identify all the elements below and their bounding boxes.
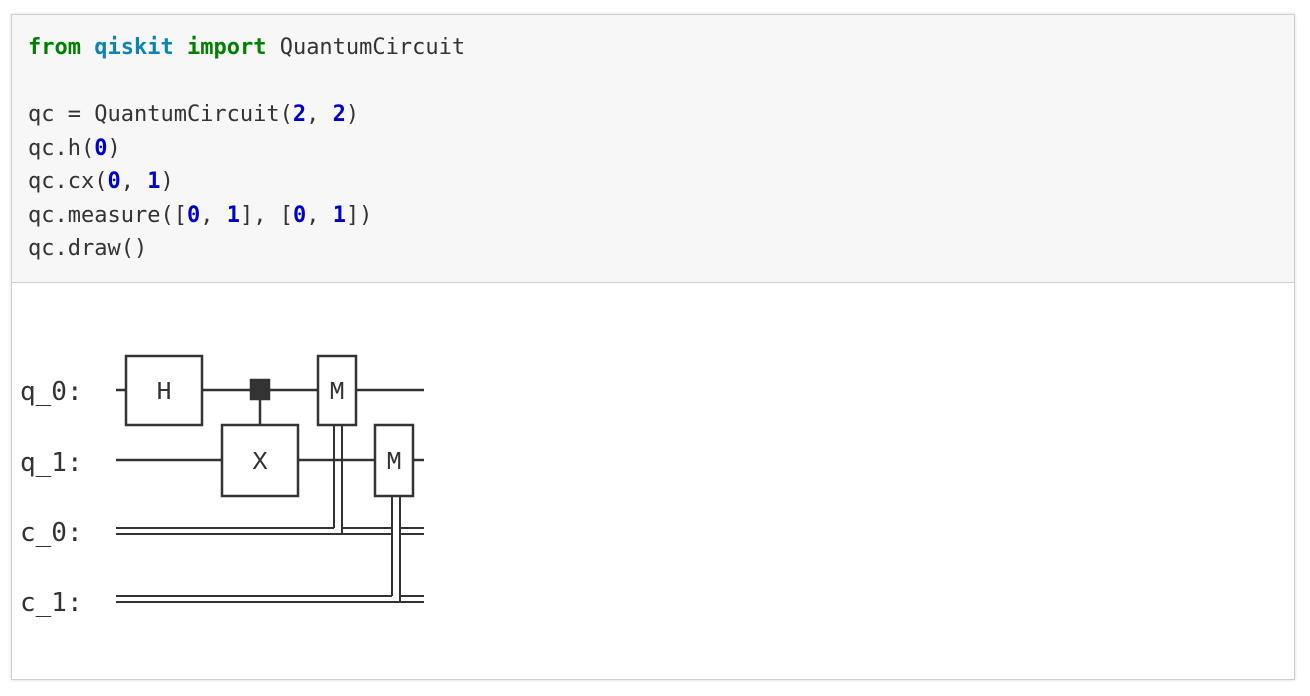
wire-label-c0: c_0:	[20, 518, 83, 548]
code-token-kw: from	[28, 35, 81, 60]
code-token-num: 1	[332, 202, 346, 228]
code-token-plain: )	[345, 102, 360, 127]
h-gate-label: H	[156, 377, 172, 407]
code-line[interactable]: qc.draw()	[28, 232, 1278, 266]
code-token-num: 0	[292, 202, 307, 228]
code-token-plain: qc.cx(	[28, 169, 108, 194]
code-token-num: 2	[332, 102, 346, 127]
measure-gate-q0-label: M	[329, 377, 345, 407]
code-token-mod: qiskit	[94, 35, 174, 60]
code-token-plain: )	[107, 135, 121, 161]
code-token-num: 2	[292, 102, 307, 127]
code-token-kw: import	[186, 35, 267, 60]
x-gate-label: X	[252, 447, 268, 477]
wire-label-q1: q_1:	[20, 448, 83, 478]
code-token-num: 0	[107, 169, 121, 194]
code-line[interactable]: qc.measure([0, 1], [0, 1])	[28, 199, 1278, 233]
code-token-plain: qc.measure([	[28, 202, 187, 228]
measure-gate-q1-label: M	[386, 447, 402, 477]
wire-label-c1: c_1:	[20, 588, 83, 618]
circuit-diagram: q_0: q_1: c_0: c_1: H X M M	[20, 354, 424, 618]
code-line[interactable]	[28, 65, 1278, 99]
code-token-plain: ,	[120, 169, 148, 194]
code-line[interactable]: qc = QuantumCircuit(2, 2)	[28, 98, 1278, 132]
code-token-plain: ,	[306, 102, 333, 127]
code-token-plain: QuantumCircuit	[266, 35, 466, 60]
code-token-plain: )	[160, 169, 174, 194]
code-token-num: 1	[147, 169, 161, 194]
code-token-num: 0	[94, 135, 108, 161]
notebook-cell[interactable]: from qiskit import QuantumCircuit qc = Q…	[11, 14, 1295, 680]
code-line[interactable]: qc.cx(0, 1)	[28, 165, 1278, 199]
wire-label-q0: q_0:	[20, 377, 83, 407]
code-token-num: 0	[186, 202, 201, 228]
output-area: q_0: q_1: c_0: c_1: H X M M	[12, 283, 1294, 679]
cx-control-dot	[249, 378, 271, 401]
code-token-plain: qc.h(	[28, 135, 95, 161]
code-token-num: 1	[226, 202, 240, 228]
code-token-plain: ,	[306, 202, 333, 228]
code-token-plain: ,	[200, 202, 227, 228]
code-token-plain: qc = QuantumCircuit(	[28, 102, 293, 127]
code-token-plain: ])	[345, 202, 373, 228]
code-line[interactable]: from qiskit import QuantumCircuit	[28, 31, 1278, 65]
code-line[interactable]: qc.h(0)	[28, 132, 1278, 166]
code-token-plain: qc.draw()	[28, 236, 148, 261]
code-token-plain: ], [	[239, 202, 293, 228]
code-input-area[interactable]: from qiskit import QuantumCircuit qc = Q…	[12, 15, 1294, 283]
